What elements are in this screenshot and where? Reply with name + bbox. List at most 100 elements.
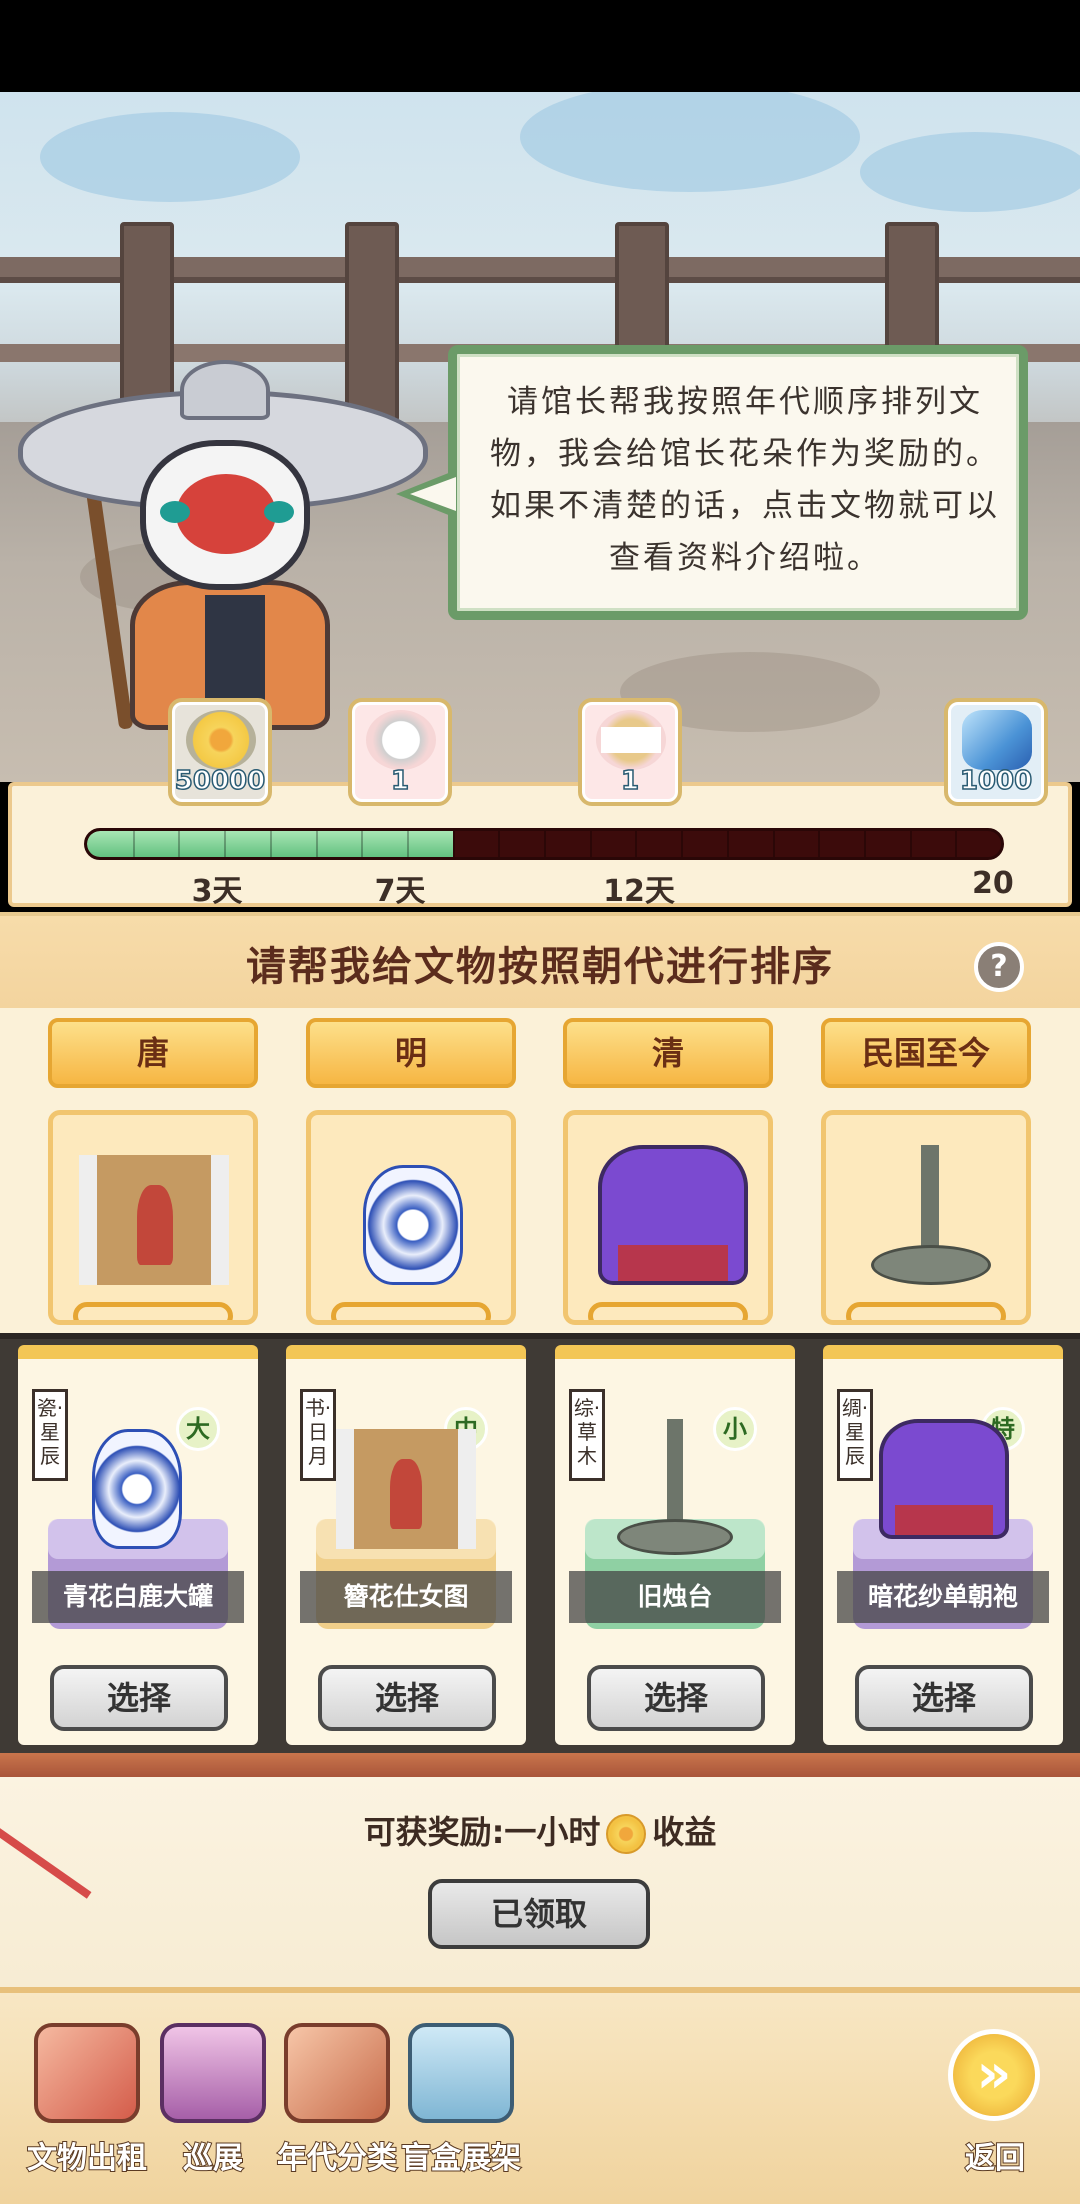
nav-blind-box[interactable]: 盲盒展架 [396, 2015, 526, 2185]
progress-segment [361, 831, 364, 857]
item-type-tag: 瓷·星辰 [32, 1389, 68, 1481]
progress-segment [544, 831, 546, 857]
nav-tour[interactable]: 巡展 [148, 2015, 278, 2185]
progress-segment [406, 831, 409, 857]
robe-hem [618, 1245, 728, 1281]
candlestick-base [617, 1519, 733, 1555]
item-card[interactable]: 瓷·星辰 大 青花白鹿大罐 选择 [18, 1345, 258, 1745]
progress-segment [681, 831, 684, 857]
reward-amount: 1 [390, 765, 410, 797]
progress-segment [132, 831, 135, 857]
strip-border [0, 1753, 1080, 1777]
item-card[interactable]: 绸·星辰 特 暗花纱单朝袍 选择 [823, 1345, 1063, 1745]
progress-bar [84, 828, 1004, 860]
reward-badge[interactable]: 1000 [944, 698, 1048, 806]
progress-segment [498, 831, 501, 857]
item-type-tag: 综·草木 [569, 1389, 605, 1481]
speech-tail-inner [410, 477, 456, 511]
reward-amount: 1 [620, 765, 640, 797]
npc-character[interactable] [10, 300, 430, 740]
treasure-doll-icon [366, 710, 436, 770]
reward-amount: 1000 [959, 765, 1033, 797]
item-card[interactable]: 综·草木 小 旧烛台 选择 [555, 1345, 795, 1745]
select-button[interactable]: 选择 [855, 1665, 1033, 1731]
day-label: 7天 [374, 874, 426, 909]
nav-rental[interactable]: 文物出租 [22, 2015, 152, 2185]
progress-segment [178, 831, 181, 857]
tour-bus-icon [160, 2023, 266, 2123]
era-slot-ming[interactable] [306, 1110, 516, 1325]
item-card[interactable]: 书·日月 中 簪花仕女图 选择 [286, 1345, 526, 1745]
item-type-tag: 书·日月 [300, 1389, 336, 1481]
select-button[interactable]: 选择 [318, 1665, 496, 1731]
progress-segment [635, 831, 638, 857]
nav-label: 返回 [964, 2140, 1026, 2177]
slot-base [588, 1302, 748, 1320]
bottom-nav: 文物出租 巡展 年代分类 盲盒展架 » 返回 [0, 1987, 1080, 2204]
progress-segment [315, 831, 318, 857]
hat-crown [180, 360, 270, 420]
slot-base [331, 1302, 491, 1320]
figure [137, 1185, 173, 1265]
item-name: 青花白鹿大罐 [32, 1571, 244, 1623]
candlestick-base [871, 1245, 991, 1285]
reward-prefix: 可获奖励:一小时 [363, 1813, 601, 1851]
reward-amount: 50000 [174, 765, 266, 797]
blue-white-jar-icon [363, 1165, 463, 1285]
progress-panel: 3天 7天 12天 20天 [8, 782, 1072, 944]
progress-segment [863, 831, 866, 857]
reward-badge[interactable]: 50000 [168, 698, 272, 806]
era-label-modern: 民国至今 [821, 1018, 1031, 1088]
reward-badge[interactable]: 1 [578, 698, 682, 806]
ticket-icon [596, 710, 666, 770]
progress-segment [955, 831, 958, 857]
progress-segment [909, 831, 912, 857]
nav-back[interactable]: » 返回 [930, 2015, 1060, 2185]
candlestick-icon [921, 1145, 939, 1255]
dialog-text: 请馆长帮我按照年代顺序排列文物，我会给馆长花朵作为奖励的。如果不清楚的话，点击文… [490, 384, 1000, 576]
fox-mask [140, 440, 310, 590]
item-name: 旧烛台 [569, 1571, 781, 1623]
reward-text: 可获奖励:一小时 收益 [0, 1807, 1080, 1854]
nav-label: 盲盒展架 [400, 2140, 522, 2177]
task-header: 请帮我给文物按照朝代进行排序 ? [0, 916, 1080, 1008]
item-name: 暗花纱单朝袍 [837, 1571, 1049, 1623]
day-label: 12天 [603, 874, 675, 909]
era-slot-qing[interactable] [563, 1110, 773, 1325]
claimed-button[interactable]: 已领取 [428, 1879, 650, 1949]
select-button[interactable]: 选择 [587, 1665, 765, 1731]
day-label: 3天 [191, 874, 243, 909]
blind-box-icon [408, 2023, 514, 2123]
nav-era-classify[interactable]: 年代分类 [272, 2015, 402, 2185]
status-bar [0, 0, 1080, 92]
staff [84, 480, 134, 730]
speech-bubble: 请馆长帮我按照年代顺序排列文物，我会给馆长花朵作为奖励的。如果不清楚的话，点击文… [448, 345, 1028, 620]
reward-area: 可获奖励:一小时 收益 已领取 [0, 1777, 1080, 1987]
blue-gem-icon [962, 710, 1032, 770]
task-panel: 请帮我给文物按照朝代进行排序 ? 唐 明 清 民国至今 [0, 912, 1080, 1340]
flower-icon [606, 1814, 647, 1854]
era-slot-tang[interactable] [48, 1110, 258, 1325]
progress-segment [772, 831, 775, 857]
era-label-tang: 唐 [48, 1018, 258, 1088]
slot-base [846, 1302, 1006, 1320]
item-name: 簪花仕女图 [300, 1571, 512, 1623]
size-badge: 小 [713, 1407, 757, 1451]
cloud-decoration [520, 92, 860, 192]
reward-suffix: 收益 [652, 1813, 717, 1851]
slot-base [73, 1302, 233, 1320]
help-button[interactable]: ? [974, 942, 1024, 992]
progress-segment [269, 831, 272, 857]
progress-segment [224, 831, 227, 857]
rental-icon [34, 2023, 140, 2123]
size-badge: 大 [176, 1407, 220, 1451]
blue-white-jar-icon [92, 1429, 182, 1549]
reward-badge[interactable]: 1 [348, 698, 452, 806]
select-button[interactable]: 选择 [50, 1665, 228, 1731]
era-slot-modern[interactable] [821, 1110, 1031, 1325]
era-label-ming: 明 [306, 1018, 516, 1088]
robe-hem [895, 1505, 993, 1535]
item-type-tag: 绸·星辰 [837, 1389, 873, 1481]
progress-segment [818, 831, 821, 857]
progress-segment [726, 831, 729, 857]
